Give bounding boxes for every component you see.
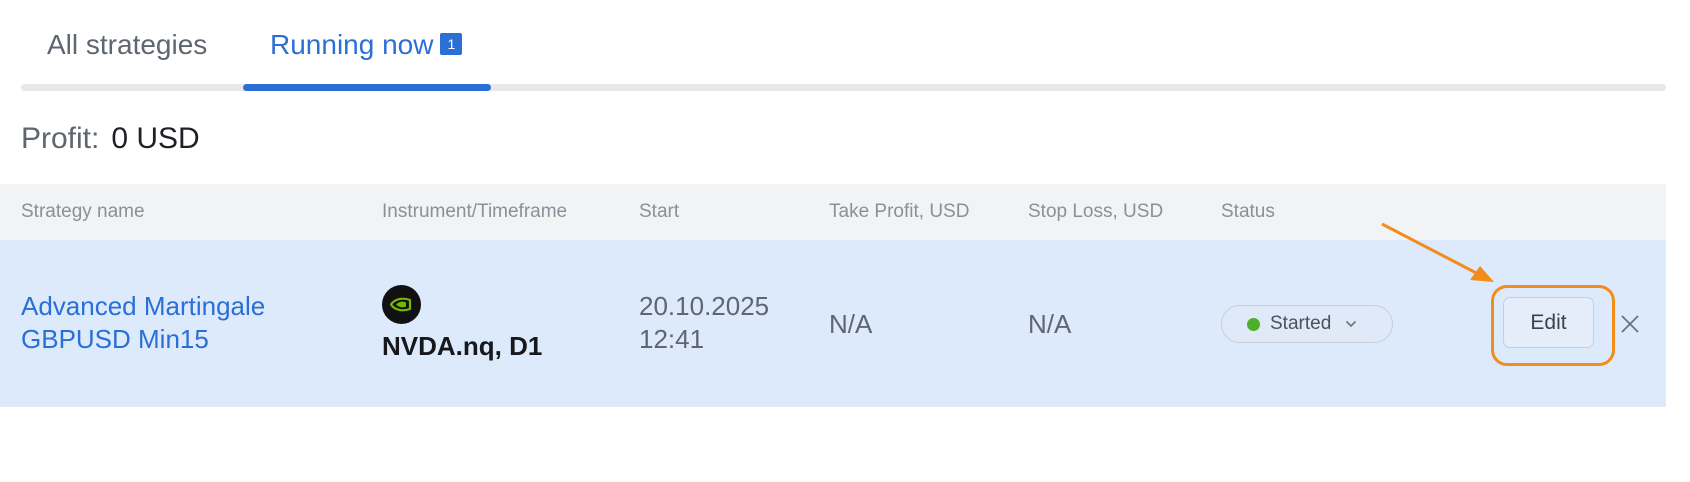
chevron-down-icon xyxy=(1345,320,1357,328)
instrument-cell: NVDA.nq, D1 xyxy=(382,285,542,362)
tab-all-strategies[interactable]: All strategies xyxy=(47,26,207,64)
arrow-icon xyxy=(1381,222,1494,282)
stop-loss-value: N/A xyxy=(1028,309,1072,339)
edit-button[interactable]: Edit xyxy=(1503,297,1594,348)
strategy-name-link[interactable]: Advanced Martingale GBPUSD Min15 xyxy=(21,290,341,356)
header-stop-loss: Stop Loss, USD xyxy=(1028,201,1164,222)
status-label: Started xyxy=(1270,313,1332,334)
header-instrument-timeframe: Instrument/Timeframe xyxy=(382,201,568,222)
tab-label: All strategies xyxy=(47,29,208,60)
tab-label: Running now xyxy=(270,29,434,60)
active-tab-indicator xyxy=(243,84,491,91)
start-cell: 20.10.2025 12:41 xyxy=(639,290,769,356)
start-time: 12:41 xyxy=(639,324,705,354)
profit-summary: Profit: 0 USD xyxy=(21,117,200,161)
start-date: 20.10.2025 xyxy=(639,291,770,321)
profit-value: 0 USD xyxy=(111,122,200,155)
nvidia-logo-icon xyxy=(382,285,421,324)
status-dropdown[interactable]: Started xyxy=(1221,305,1393,343)
strategy-name-line: Advanced Martingale xyxy=(21,291,266,321)
header-take-profit: Take Profit, USD xyxy=(829,201,970,222)
header-start: Start xyxy=(639,201,680,222)
tab-running-now[interactable]: Running now 1 xyxy=(270,26,463,64)
running-strategies-page: All strategies Running now 1 Profit: 0 USD… xyxy=(0,0,1690,482)
profit-label: Profit: xyxy=(21,122,100,155)
running-count-badge: 1 xyxy=(440,33,463,55)
header-status: Status xyxy=(1221,201,1275,222)
strategy-name-line: GBPUSD Min15 xyxy=(21,324,209,354)
tab-bar: All strategies Running now 1 xyxy=(21,0,1666,92)
instrument-label: NVDA.nq, D1 xyxy=(382,331,543,361)
close-icon[interactable] xyxy=(1616,310,1644,338)
take-profit-value: N/A xyxy=(829,309,873,339)
status-dot-icon xyxy=(1247,317,1260,331)
header-strategy-name: Strategy name xyxy=(21,201,145,222)
